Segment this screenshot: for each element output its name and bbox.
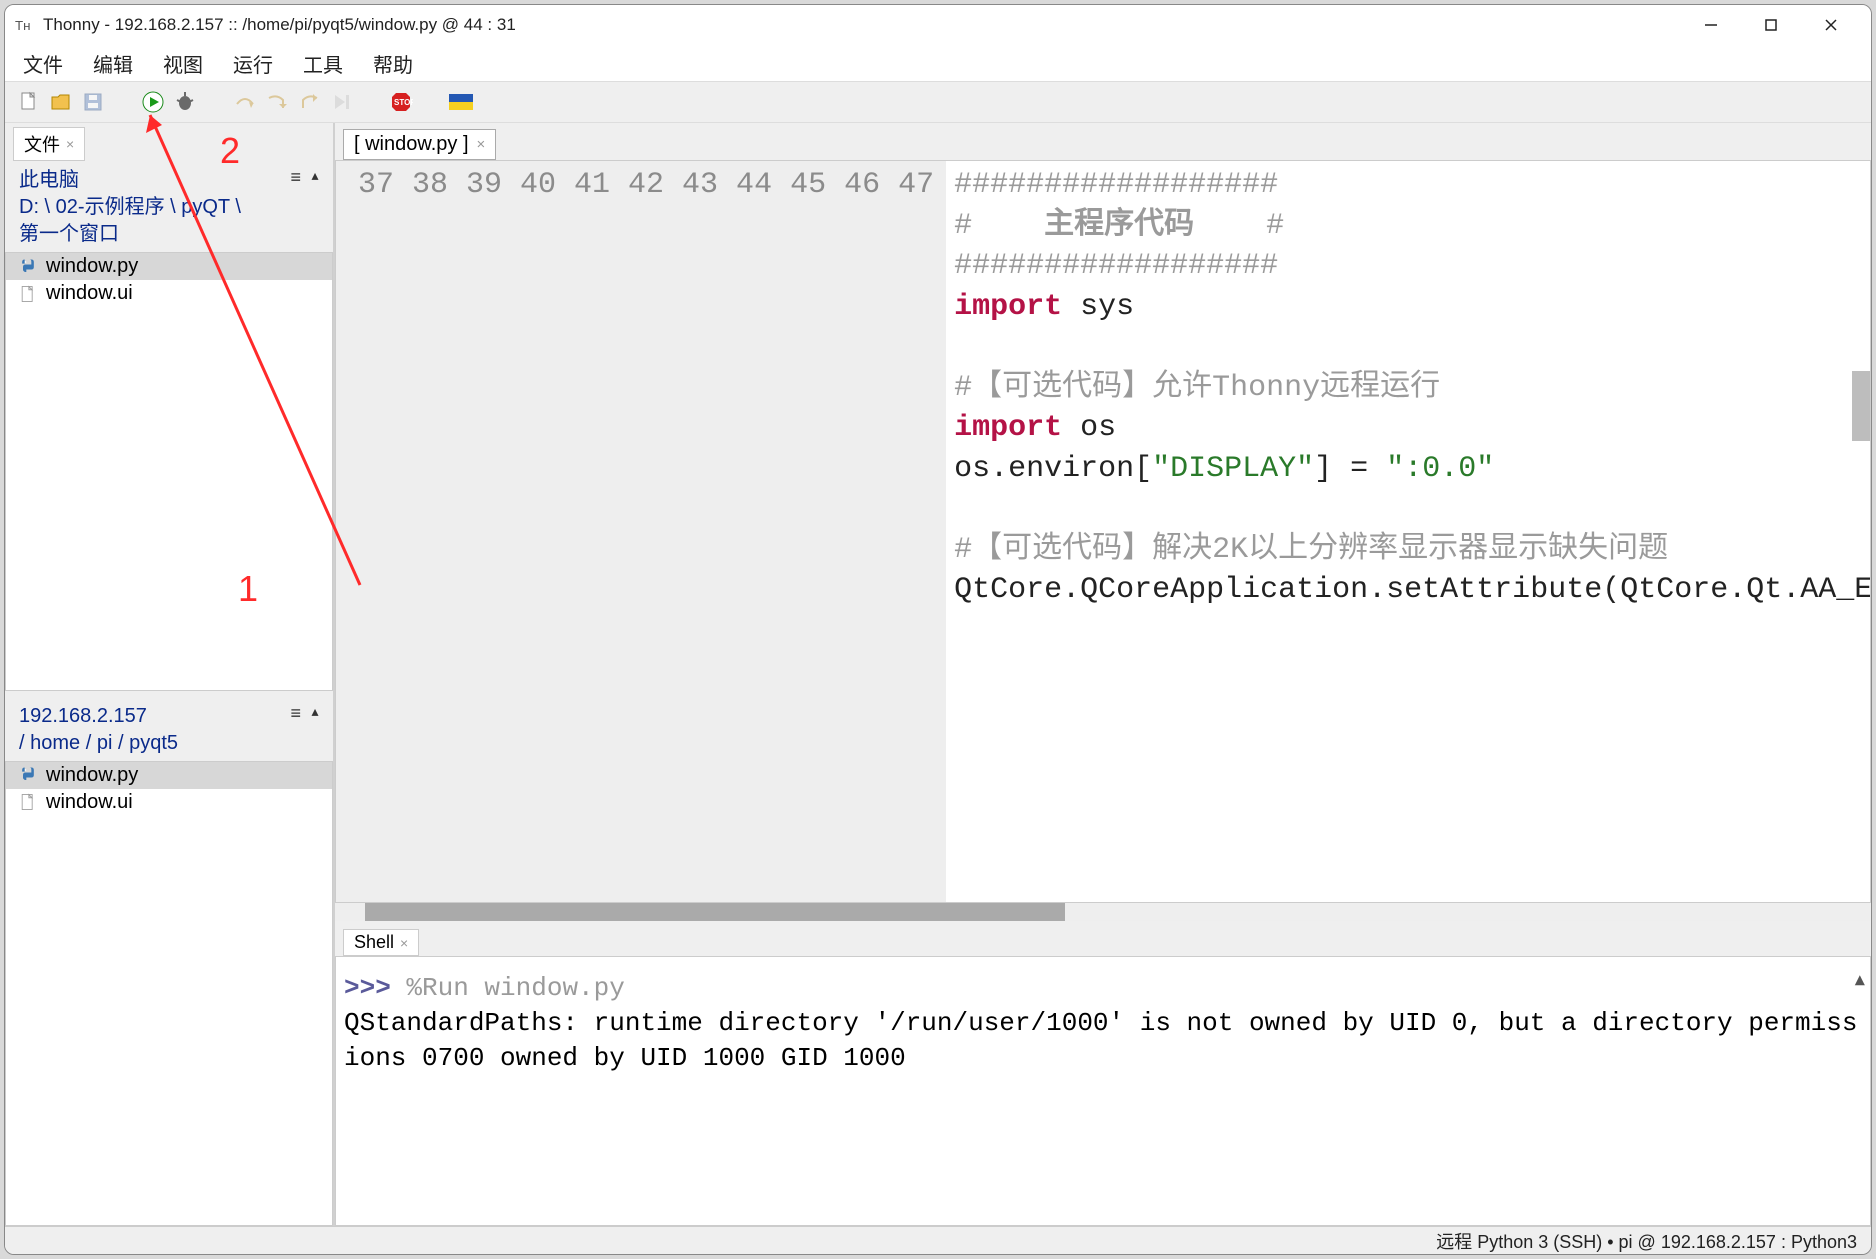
resume-icon[interactable]: [329, 90, 353, 114]
file-item[interactable]: window.ui: [6, 280, 332, 307]
step-into-icon[interactable]: [265, 90, 289, 114]
statusbar[interactable]: 远程 Python 3 (SSH) • pi @ 192.168.2.157 :…: [5, 1226, 1871, 1254]
vertical-scrollbar[interactable]: [1852, 371, 1870, 441]
files-panel-tab[interactable]: 文件 ×: [13, 127, 85, 161]
local-files-panel: 此电脑D: \ 02-示例程序 \ pyQT \ 第一个窗口 ≡ ▴ windo…: [5, 161, 333, 691]
close-button[interactable]: [1801, 5, 1861, 45]
hamburger-icon[interactable]: ≡: [284, 167, 307, 188]
svg-text:STOP: STOP: [394, 98, 413, 107]
step-over-icon[interactable]: [233, 90, 257, 114]
menu-运行[interactable]: 运行: [227, 45, 279, 82]
main-area: 文件 × 此电脑D: \ 02-示例程序 \ pyQT \ 第一个窗口 ≡ ▴ …: [5, 123, 1871, 1226]
sidebar: 文件 × 此电脑D: \ 02-示例程序 \ pyQT \ 第一个窗口 ≡ ▴ …: [5, 123, 335, 1226]
line-gutter: 37 38 39 40 41 42 43 44 45 46 47: [336, 161, 946, 902]
scroll-up-icon[interactable]: ▴: [307, 703, 323, 720]
file-name: window.py: [46, 764, 138, 787]
stop-icon[interactable]: STOP: [389, 90, 413, 114]
editor-area: [ window.py ] × 37 38 39 40 41 42 43 44 …: [335, 123, 1871, 1226]
file-item[interactable]: window.ui: [6, 789, 332, 816]
titlebar: Tʜ Thonny - 192.168.2.157 :: /home/pi/py…: [5, 5, 1871, 45]
local-path[interactable]: 此电脑D: \ 02-示例程序 \ pyQT \ 第一个窗口: [19, 167, 284, 248]
run-icon[interactable]: [141, 90, 165, 114]
shell-tab-label: Shell: [354, 932, 394, 953]
menu-文件[interactable]: 文件: [17, 45, 69, 82]
minimize-button[interactable]: [1681, 5, 1741, 45]
maximize-button[interactable]: [1741, 5, 1801, 45]
interpreter-label[interactable]: 远程 Python 3 (SSH) • pi @ 192.168.2.157 :…: [1436, 1228, 1857, 1254]
file-item[interactable]: window.py: [6, 253, 332, 280]
shell-output[interactable]: >>> %Run window.py QStandardPaths: runti…: [335, 956, 1871, 1226]
file-name: window.py: [46, 255, 138, 278]
file-name: window.ui: [46, 282, 133, 305]
scroll-up-icon[interactable]: ▴: [307, 167, 323, 184]
close-icon[interactable]: ×: [400, 935, 408, 951]
close-icon[interactable]: ×: [477, 136, 486, 153]
hamburger-icon[interactable]: ≡: [284, 703, 307, 724]
new-file-icon[interactable]: [17, 90, 41, 114]
open-file-icon[interactable]: [49, 90, 73, 114]
app-window: Tʜ Thonny - 192.168.2.157 :: /home/pi/py…: [4, 4, 1872, 1255]
horizontal-scrollbar[interactable]: [335, 903, 1871, 921]
menubar: 文件编辑视图运行工具帮助: [5, 45, 1871, 81]
file-name: window.ui: [46, 791, 133, 814]
editor-tab[interactable]: [ window.py ] ×: [343, 129, 496, 160]
menu-工具[interactable]: 工具: [297, 45, 349, 82]
debug-icon[interactable]: [173, 90, 197, 114]
svg-text:Tʜ: Tʜ: [15, 18, 31, 33]
menu-帮助[interactable]: 帮助: [367, 45, 419, 82]
app-icon: Tʜ: [15, 15, 35, 35]
shell-tab[interactable]: Shell ×: [343, 929, 419, 956]
editor-tab-label: [ window.py ]: [354, 133, 469, 156]
toolbar: STOP: [5, 81, 1871, 123]
file-item[interactable]: window.py: [6, 762, 332, 789]
close-icon[interactable]: ×: [66, 136, 74, 152]
step-out-icon[interactable]: [297, 90, 321, 114]
menu-视图[interactable]: 视图: [157, 45, 209, 82]
local-file-list[interactable]: window.py window.ui: [5, 252, 333, 691]
save-file-icon[interactable]: [81, 90, 105, 114]
ukraine-flag-icon[interactable]: [449, 90, 473, 114]
code-editor[interactable]: 37 38 39 40 41 42 43 44 45 46 47 #######…: [335, 160, 1871, 903]
code-content[interactable]: ################## # 主程序代码 # ###########…: [946, 161, 1870, 902]
remote-file-list[interactable]: window.py window.ui: [5, 761, 333, 1227]
menu-编辑[interactable]: 编辑: [87, 45, 139, 82]
remote-path[interactable]: 192.168.2.157/ home / pi / pyqt5: [19, 703, 284, 757]
scroll-up-icon[interactable]: ▴: [1852, 963, 1870, 983]
window-title: Thonny - 192.168.2.157 :: /home/pi/pyqt5…: [43, 15, 516, 35]
remote-files-panel: 192.168.2.157/ home / pi / pyqt5 ≡ ▴ win…: [5, 697, 333, 1227]
files-panel-tab-label: 文件: [24, 131, 60, 157]
